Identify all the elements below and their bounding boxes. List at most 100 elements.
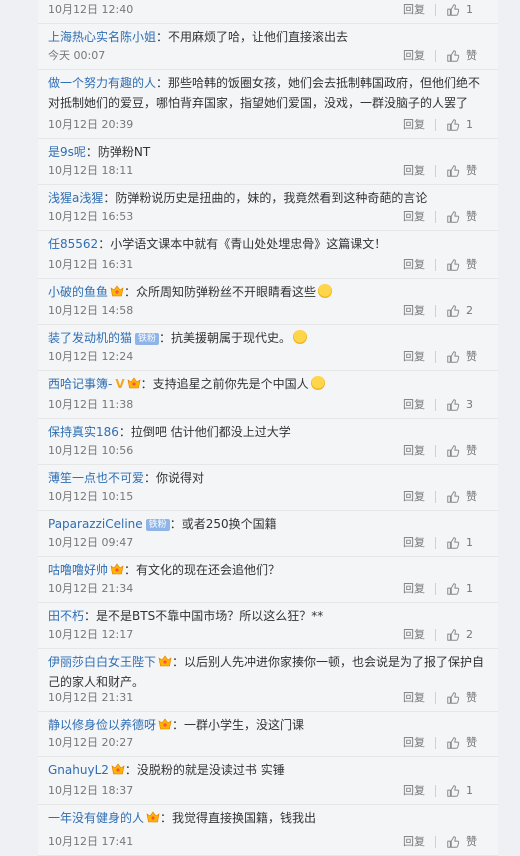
reply-button[interactable]: 回复 (403, 301, 425, 321)
thumbs-up-icon[interactable] (446, 304, 460, 318)
comment-actions: 回复 1 (403, 533, 490, 553)
vip-crown-icon (127, 375, 141, 389)
thumbs-up-icon[interactable] (446, 691, 460, 705)
comment-meta: 10月12日 20:39 回复 1 (38, 115, 498, 135)
like-count[interactable]: 2 (466, 625, 490, 645)
comment-username[interactable]: 小破的鱼鱼 (48, 285, 108, 299)
comment-time: 10月12日 17:41 (48, 835, 134, 848)
comment-text: GnahuyL2 ：没脱粉的就是没读过书 实锤 (38, 757, 498, 780)
like-count[interactable]: 赞 (466, 347, 490, 367)
reply-button[interactable]: 回复 (403, 347, 425, 367)
like-count[interactable]: 赞 (466, 688, 490, 708)
reply-button[interactable]: 回复 (403, 207, 425, 227)
vip-crown-icon (110, 561, 124, 575)
reply-button[interactable]: 回复 (403, 688, 425, 708)
reply-button[interactable]: 回复 (403, 781, 425, 801)
like-count[interactable]: 赞 (466, 487, 490, 507)
comment-username[interactable]: 装了发动机的猫 (48, 331, 132, 345)
thumbs-up-icon[interactable] (446, 835, 460, 849)
comment-item: GnahuyL2 ：没脱粉的就是没读过书 实锤 10月12日 18:37 回复 1 (38, 757, 498, 805)
like-count[interactable]: 赞 (466, 207, 490, 227)
like-count[interactable]: 赞 (466, 255, 490, 275)
reply-button[interactable]: 回复 (403, 625, 425, 645)
comment-item: 薄笙一点也不可爱：你说得对 10月12日 10:15 回复 赞 (38, 465, 498, 511)
thumbs-up-icon[interactable] (446, 536, 460, 550)
like-count[interactable]: 1 (466, 533, 490, 553)
thumbs-up-icon[interactable] (446, 398, 460, 412)
reply-button[interactable]: 回复 (403, 161, 425, 181)
comment-content: ：没脱粉的就是没读过书 实锤 (124, 763, 285, 777)
comment-username[interactable]: 西哈记事簿- (48, 377, 112, 391)
thumbs-up-icon[interactable] (446, 582, 460, 596)
action-divider (435, 211, 436, 223)
comment-content: ：是不是BTS不靠中国市场？所以这么狂？** (84, 609, 324, 623)
comment-username[interactable]: 静以修身俭以养德呀 (48, 718, 156, 732)
reply-button[interactable]: 回复 (403, 0, 425, 20)
reply-button[interactable]: 回复 (403, 579, 425, 599)
like-count[interactable]: 赞 (466, 46, 490, 66)
like-count[interactable]: 3 (466, 395, 490, 415)
like-count[interactable]: 1 (466, 115, 490, 135)
comment-item: 浅猩a浅猩：防弹粉说历史是扭曲的，妹的，我竟然看到这种奇葩的言论 10月12日 1… (38, 185, 498, 231)
reply-button[interactable]: 回复 (403, 832, 425, 852)
like-count[interactable]: 赞 (466, 441, 490, 461)
emoji-icon (318, 284, 333, 298)
comment-item: 上海热心实名陈小姐：不用麻烦了哈，让他们直接滚出去 今天 00:07 回复 赞 (38, 24, 498, 70)
comment-username[interactable]: 任85562 (48, 237, 98, 251)
thumbs-up-icon[interactable] (446, 784, 460, 798)
comment-text: 田不朽：是不是BTS不靠中国市场？所以这么狂？** (38, 603, 498, 626)
thumbs-up-icon[interactable] (446, 49, 460, 63)
reply-button[interactable]: 回复 (403, 441, 425, 461)
comment-actions: 回复 2 (403, 625, 490, 645)
like-count[interactable]: 1 (466, 579, 490, 599)
action-divider (435, 692, 436, 704)
thumbs-up-icon[interactable] (446, 118, 460, 132)
action-divider (435, 165, 436, 177)
comment-username[interactable]: 是9s呢 (48, 145, 86, 159)
like-count[interactable]: 赞 (466, 161, 490, 181)
reply-button[interactable]: 回复 (403, 255, 425, 275)
thumbs-up-icon[interactable] (446, 258, 460, 272)
comment-time: 10月12日 12:40 (48, 3, 134, 16)
thumbs-up-icon[interactable] (446, 210, 460, 224)
like-count[interactable]: 2 (466, 301, 490, 321)
reply-button[interactable]: 回复 (403, 395, 425, 415)
comment-username[interactable]: 田不朽 (48, 609, 84, 623)
comment-content: ：你说得对 (144, 471, 205, 485)
thumbs-up-icon[interactable] (446, 350, 460, 364)
comment-username[interactable]: 伊丽莎白白女王陛下 (48, 655, 156, 669)
comment-username[interactable]: 咕噜噜好帅 (48, 563, 108, 577)
comment-username[interactable]: 一年没有健身的人 (48, 811, 144, 825)
like-count[interactable]: 赞 (466, 733, 490, 753)
comment-username[interactable]: 上海热心实名陈小姐 (48, 30, 156, 44)
comment-username[interactable]: 做一个努力有趣的人 (48, 76, 156, 90)
comment-actions: 回复 赞 (403, 347, 490, 367)
action-divider (435, 836, 436, 848)
reply-button[interactable]: 回复 (403, 733, 425, 753)
like-count[interactable]: 赞 (466, 832, 490, 852)
reply-button[interactable]: 回复 (403, 46, 425, 66)
comment-meta: 10月12日 16:31 回复 赞 (38, 255, 498, 275)
comment-username[interactable]: 薄笙一点也不可爱 (48, 471, 144, 485)
reply-button[interactable]: 回复 (403, 533, 425, 553)
thumbs-up-icon[interactable] (446, 736, 460, 750)
comment-actions: 回复 赞 (403, 46, 490, 66)
thumbs-up-icon[interactable] (446, 490, 460, 504)
comment-content: ：拉倒吧 估计他们都没上过大学 (118, 425, 291, 439)
action-divider (435, 50, 436, 62)
reply-button[interactable]: 回复 (403, 487, 425, 507)
comment-username[interactable]: GnahuyL2 (48, 763, 109, 777)
like-count[interactable]: 1 (466, 0, 490, 20)
comment-username[interactable]: 浅猩a浅猩 (48, 191, 103, 205)
reply-button[interactable]: 回复 (403, 115, 425, 135)
comment-username[interactable]: 保持真实186 (48, 425, 119, 439)
thumbs-up-icon[interactable] (446, 628, 460, 642)
action-divider (435, 629, 436, 641)
thumbs-up-icon[interactable] (446, 164, 460, 178)
like-count[interactable]: 1 (466, 781, 490, 801)
thumbs-up-icon[interactable] (446, 444, 460, 458)
thumbs-up-icon[interactable] (446, 3, 460, 17)
comment-item: 做一个努力有趣的人：那些哈韩的饭圈女孩，她们会去抵制韩国政府，但他们绝不对抵制她… (38, 70, 498, 139)
comment-username[interactable]: PaparazziCeline (48, 517, 143, 531)
comment-meta: 10月12日 18:37 回复 1 (38, 781, 498, 801)
